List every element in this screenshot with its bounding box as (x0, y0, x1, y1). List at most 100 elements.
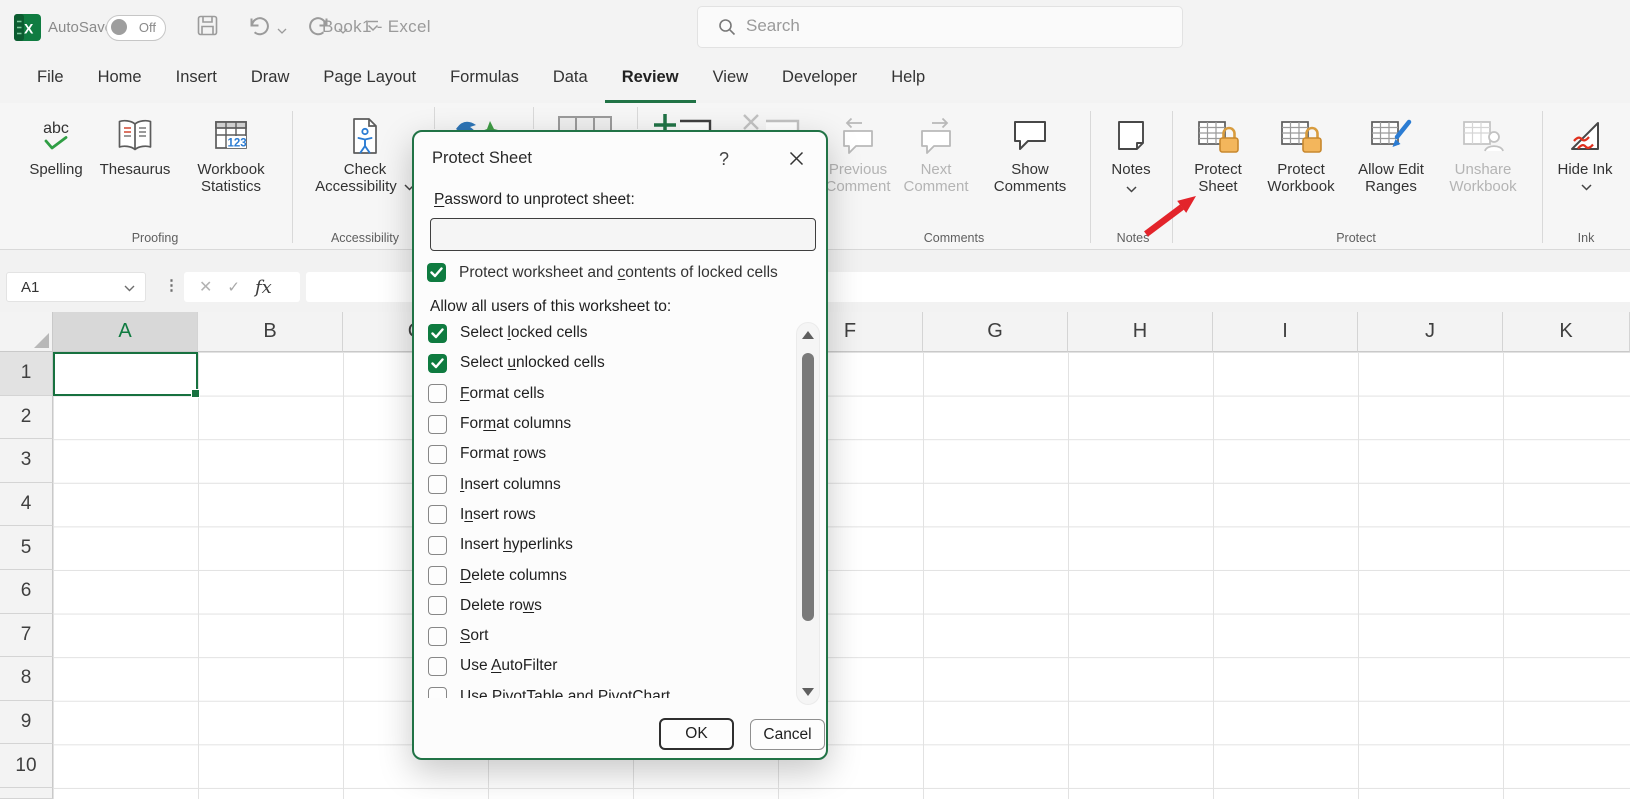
check-accessibility-button[interactable]: Check Accessibility (304, 111, 426, 239)
password-input[interactable] (430, 218, 816, 251)
checkbox-format-rows[interactable] (428, 445, 447, 464)
permission-select-unlocked-cells[interactable]: Select unlocked cells (426, 348, 796, 378)
permission-label: Use PivotTable and PivotChart (460, 688, 670, 698)
name-box[interactable]: A1 (6, 272, 146, 302)
checkbox-insert-hyperlinks[interactable] (428, 536, 447, 555)
tab-file[interactable]: File (20, 55, 81, 103)
hide-ink-button[interactable]: Hide Ink (1556, 111, 1614, 239)
notes-icon (1113, 111, 1149, 161)
undo-icon[interactable] (246, 14, 272, 43)
spelling-button[interactable]: abcSpelling (22, 111, 90, 239)
name-box-chevron-icon[interactable] (124, 285, 135, 292)
row-header-5[interactable]: 5 (0, 526, 53, 570)
previous-comment-button[interactable]: Previous Comment (818, 111, 898, 239)
show-comments-button[interactable]: Show Comments (980, 111, 1080, 239)
cancel-entry-icon[interactable]: ✕ (199, 277, 212, 297)
tab-data[interactable]: Data (536, 55, 605, 103)
search-input[interactable]: Search (697, 6, 1183, 48)
checkbox-format-columns[interactable] (428, 415, 447, 434)
checkbox-use-pivottable-and-pivotchart[interactable] (428, 687, 447, 698)
protect-contents-checkbox[interactable] (427, 263, 446, 282)
undo-menu-chevron-icon[interactable] (277, 21, 287, 39)
column-header-j[interactable]: J (1358, 312, 1503, 352)
select-all-corner[interactable] (0, 312, 53, 352)
unshare-workbook-button[interactable]: Unshare Workbook (1436, 111, 1530, 239)
workbook-statistics-button[interactable]: 123Workbook Statistics (178, 111, 284, 239)
autosave-state: Off (139, 20, 156, 35)
tab-developer[interactable]: Developer (765, 55, 874, 103)
row-header-1[interactable]: 1 (0, 352, 53, 396)
permission-format-rows[interactable]: Format rows (426, 439, 796, 469)
checkbox-use-autofilter[interactable] (428, 657, 447, 676)
checkbox-insert-columns[interactable] (428, 475, 447, 494)
scroll-down-icon[interactable] (802, 688, 814, 696)
permission-insert-hyperlinks[interactable]: Insert hyperlinks (426, 530, 796, 560)
row-header-8[interactable]: 8 (0, 657, 53, 701)
tab-formulas[interactable]: Formulas (433, 55, 536, 103)
permission-format-cells[interactable]: Format cells (426, 379, 796, 409)
tab-page-layout[interactable]: Page Layout (306, 55, 433, 103)
row-header-3[interactable]: 3 (0, 439, 53, 483)
protect-workbook-button[interactable]: Protect Workbook (1256, 111, 1346, 239)
permission-use-autofilter[interactable]: Use AutoFilter (426, 651, 796, 681)
checkbox-select-locked-cells[interactable] (428, 324, 447, 343)
fill-handle[interactable] (191, 389, 200, 398)
ok-button[interactable]: OK (659, 718, 734, 750)
workbook-statistics-icon: 123 (211, 111, 251, 161)
dialog-close-button[interactable] (780, 144, 812, 172)
checkbox-select-unlocked-cells[interactable] (428, 354, 447, 373)
tab-review[interactable]: Review (605, 55, 696, 103)
tab-home[interactable]: Home (81, 55, 159, 103)
button-label: Spelling (29, 161, 82, 178)
column-header-k[interactable]: K (1503, 312, 1630, 352)
row-header-6[interactable]: 6 (0, 570, 53, 614)
autosave-toggle[interactable]: Off (106, 15, 166, 41)
row-header-7[interactable]: 7 (0, 614, 53, 658)
permission-insert-rows[interactable]: Insert rows (426, 500, 796, 530)
checkbox-delete-rows[interactable] (428, 596, 447, 615)
tab-view[interactable]: View (696, 55, 765, 103)
save-icon[interactable] (196, 14, 219, 42)
column-header-h[interactable]: H (1068, 312, 1213, 352)
formula-bar-options-icon[interactable]: ⋮ (164, 276, 179, 294)
permission-sort[interactable]: Sort (426, 621, 796, 651)
permission-use-pivottable-and-pivotchart[interactable]: Use PivotTable and PivotChart (426, 682, 796, 698)
cancel-button[interactable]: Cancel (750, 719, 825, 750)
scroll-up-icon[interactable] (802, 331, 814, 339)
protect-contents-checkbox-row[interactable]: Protect worksheet and contents of locked… (427, 263, 778, 282)
row-header-2[interactable]: 2 (0, 396, 53, 440)
row-header-9[interactable]: 9 (0, 701, 53, 745)
allow-edit-ranges-button[interactable]: Allow Edit Ranges (1346, 111, 1436, 239)
tab-insert[interactable]: Insert (159, 55, 234, 103)
tab-help[interactable]: Help (874, 55, 942, 103)
row-header-partial[interactable] (0, 788, 53, 799)
row-header-4[interactable]: 4 (0, 483, 53, 527)
enter-entry-icon[interactable]: ✓ (227, 278, 240, 296)
permission-format-columns[interactable]: Format columns (426, 409, 796, 439)
checkbox-format-cells[interactable] (428, 384, 447, 403)
permission-select-locked-cells[interactable]: Select locked cells (426, 318, 796, 348)
column-header-b[interactable]: B (198, 312, 343, 352)
cells-area[interactable] (53, 352, 1630, 799)
selected-cell-a1 (53, 352, 198, 396)
formula-controls: ✕ ✓ fx (184, 272, 300, 302)
insert-function-icon[interactable]: fx (255, 277, 272, 298)
tab-draw[interactable]: Draw (234, 55, 307, 103)
row-header-10[interactable]: 10 (0, 744, 53, 788)
checkbox-insert-rows[interactable] (428, 505, 447, 524)
checkbox-delete-columns[interactable] (428, 566, 447, 585)
hide-ink-icon (1565, 111, 1605, 161)
permission-insert-columns[interactable]: Insert columns (426, 469, 796, 499)
button-label: Next Comment (896, 161, 976, 195)
column-header-i[interactable]: I (1213, 312, 1358, 352)
column-header-a[interactable]: A (53, 312, 198, 352)
next-comment-button[interactable]: Next Comment (896, 111, 976, 239)
permission-delete-columns[interactable]: Delete columns (426, 560, 796, 590)
thesaurus-button[interactable]: Thesaurus (92, 111, 178, 239)
scrollbar-thumb[interactable] (802, 353, 814, 621)
permissions-scrollbar[interactable] (796, 322, 820, 705)
checkbox-sort[interactable] (428, 627, 447, 646)
permission-delete-rows[interactable]: Delete rows (426, 591, 796, 621)
column-header-g[interactable]: G (923, 312, 1068, 352)
dialog-help-button[interactable]: ? (710, 146, 738, 172)
